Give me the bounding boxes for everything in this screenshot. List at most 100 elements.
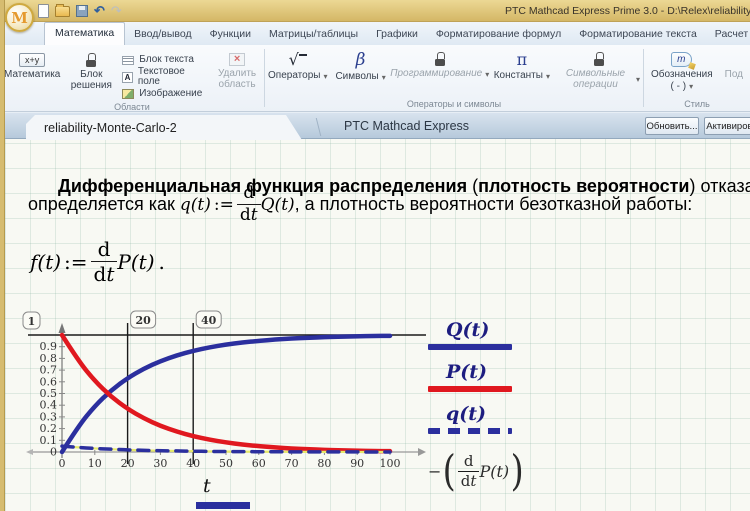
group-label-operators: Операторы и символы bbox=[265, 99, 643, 111]
svg-text:0.7: 0.7 bbox=[40, 364, 58, 377]
svg-text:0.9: 0.9 bbox=[40, 340, 58, 353]
math-rhs: Q(t) bbox=[261, 195, 295, 215]
delete-area-button: × Удалить область bbox=[210, 48, 264, 92]
svg-text:0: 0 bbox=[59, 457, 66, 470]
fraction: ddt bbox=[237, 185, 261, 224]
svg-text:0.6: 0.6 bbox=[40, 375, 58, 388]
legend-entry-Q[interactable]: Q(t) bbox=[428, 319, 588, 361]
text-block-icon bbox=[122, 56, 134, 65]
ribbon-tab-vvod-vyvod[interactable]: Ввод/вывод bbox=[125, 24, 200, 45]
svg-text:70: 70 bbox=[285, 457, 299, 470]
svg-text:0.8: 0.8 bbox=[40, 352, 58, 365]
chevron-down-icon: ▾ bbox=[636, 75, 640, 84]
constants-label: Константы bbox=[494, 71, 543, 82]
ribbon-tab-grafiki[interactable]: Графики bbox=[367, 24, 427, 45]
text-post: , а плотность вероятности безотказной ра… bbox=[295, 194, 693, 215]
symbols-label: Символы bbox=[335, 72, 378, 83]
math-rhs: P(t) bbox=[117, 250, 154, 274]
inline-formula-q[interactable]: q(t):=ddtQ(t) bbox=[180, 185, 295, 224]
ribbon-tab-formatirovanie-formul[interactable]: Форматирование формул bbox=[427, 24, 570, 45]
solve-block-label: Блок решения bbox=[68, 70, 114, 91]
fraction-denominator: dt bbox=[237, 204, 261, 224]
formula-f-region[interactable]: f(t) := ddt P(t) . bbox=[30, 239, 165, 284]
title-bar: ↶ ↷ PTC Mathcad Express Prime 3.0 - D:\R… bbox=[0, 0, 750, 22]
math-lhs: q(t) bbox=[180, 195, 211, 215]
image-icon bbox=[122, 89, 134, 99]
lock-icon bbox=[86, 53, 96, 67]
text-box-label: Текстовое поле bbox=[138, 67, 206, 88]
mathcad-app-button[interactable]: M bbox=[5, 3, 34, 32]
legend-entry-P[interactable]: P(t) bbox=[428, 361, 588, 403]
math-region-button[interactable]: x+y Математика bbox=[0, 48, 64, 83]
assign-operator: := bbox=[61, 250, 91, 274]
svg-text:0.2: 0.2 bbox=[40, 422, 58, 435]
chevron-down-icon: ▾ bbox=[323, 72, 327, 81]
chevron-down-icon: ▾ bbox=[546, 72, 550, 81]
paragraph-line2[interactable]: определяется как q(t):=ddtQ(t), а плотно… bbox=[28, 185, 692, 224]
math-rhs: P(t) bbox=[479, 462, 509, 481]
fraction: ddt bbox=[458, 454, 480, 489]
ribbon-tab-bar: Математика Ввод/вывод Функции Матрицы/та… bbox=[0, 22, 750, 45]
labels-value: ( - ) bbox=[671, 82, 687, 93]
document-tab-active[interactable]: reliability-Monte-Carlo-2 bbox=[26, 115, 302, 140]
solve-block-button[interactable]: Блок решения bbox=[64, 48, 118, 93]
programming-label: Программирование bbox=[390, 69, 482, 80]
svg-text:90: 90 bbox=[350, 457, 364, 470]
window-title: PTC Mathcad Express Prime 3.0 - D:\Relex… bbox=[505, 5, 750, 17]
x-axis-label[interactable]: t bbox=[203, 475, 211, 497]
text-box-button[interactable]: A Текстовое поле bbox=[118, 69, 210, 85]
image-label: Изображение bbox=[139, 89, 202, 100]
subscript-label: Под bbox=[725, 70, 743, 81]
chevron-down-icon: ▾ bbox=[485, 70, 489, 79]
save-icon[interactable] bbox=[76, 5, 88, 17]
assign-operator: := bbox=[211, 195, 237, 215]
symbols-button[interactable]: β Символы▾ bbox=[332, 48, 388, 85]
label-tag-icon: m bbox=[671, 52, 692, 67]
svg-text:0.3: 0.3 bbox=[40, 410, 58, 423]
constants-button[interactable]: π Константы▾ bbox=[491, 48, 553, 84]
activate-button[interactable]: Активирова bbox=[704, 117, 750, 135]
text-box-icon: A bbox=[122, 72, 133, 83]
ribbon-tab-matricy-tablicy[interactable]: Матрицы/таблицы bbox=[260, 24, 367, 45]
ribbon-tab-formatirovanie-teksta[interactable]: Форматирование текста bbox=[570, 24, 706, 45]
quick-access-toolbar: ↶ ↷ bbox=[38, 3, 122, 19]
window-left-border bbox=[0, 0, 5, 511]
ribbon-tab-matematika[interactable]: Математика bbox=[44, 22, 125, 45]
ribbon-tab-raschet[interactable]: Расчет bbox=[706, 24, 750, 45]
period: . bbox=[155, 250, 165, 274]
document-tab-bar: reliability-Monte-Carlo-2 PTC Mathcad Ex… bbox=[0, 112, 750, 139]
programming-button: Программирование▾ bbox=[391, 48, 489, 82]
worksheet[interactable]: Дифференциальная функция распределения (… bbox=[0, 139, 750, 511]
update-button[interactable]: Обновить... bbox=[645, 117, 699, 135]
svg-text:1: 1 bbox=[28, 315, 36, 328]
svg-text:50: 50 bbox=[219, 457, 233, 470]
undo-icon[interactable]: ↶ bbox=[94, 4, 105, 18]
svg-text:0.4: 0.4 bbox=[40, 399, 58, 412]
radical-icon: √ bbox=[289, 52, 307, 68]
legend-label-P: P(t) bbox=[446, 361, 588, 383]
legend-entry-derivative[interactable]: −(ddtP(t)) bbox=[428, 451, 588, 491]
svg-text:80: 80 bbox=[317, 457, 331, 470]
new-document-icon[interactable] bbox=[38, 4, 49, 18]
plot-legend: Q(t) P(t) q(t) −(ddtP(t)) bbox=[428, 319, 588, 491]
svg-text:60: 60 bbox=[252, 457, 266, 470]
left-paren: ( bbox=[443, 451, 456, 491]
x-axis-expression-underline bbox=[196, 502, 250, 509]
lock-icon bbox=[594, 52, 604, 66]
labels-button[interactable]: m Обозначения ( - )▾ bbox=[648, 48, 716, 94]
ribbon-tab-funkcii[interactable]: Функции bbox=[201, 24, 260, 45]
document-tab-inactive[interactable]: PTC Mathcad Express bbox=[344, 119, 469, 133]
svg-text:0: 0 bbox=[50, 446, 57, 459]
open-document-icon[interactable] bbox=[55, 6, 70, 17]
image-button[interactable]: Изображение bbox=[118, 86, 210, 102]
ribbon-group-operators: √ Операторы▾ β Символы▾ Программирование… bbox=[265, 45, 643, 111]
legend-entry-q[interactable]: q(t) bbox=[428, 403, 588, 445]
xy-plot[interactable]: 01020304050607080901000.10.20.30.40.50.6… bbox=[22, 307, 434, 473]
fraction: ddt bbox=[91, 239, 118, 284]
minus-sign: − bbox=[428, 462, 441, 481]
svg-text:100: 100 bbox=[380, 457, 401, 470]
delete-area-label: Удалить область bbox=[214, 69, 260, 90]
chevron-down-icon: ▾ bbox=[689, 82, 693, 91]
operators-label: Операторы bbox=[268, 71, 320, 82]
operators-button[interactable]: √ Операторы▾ bbox=[265, 48, 330, 84]
